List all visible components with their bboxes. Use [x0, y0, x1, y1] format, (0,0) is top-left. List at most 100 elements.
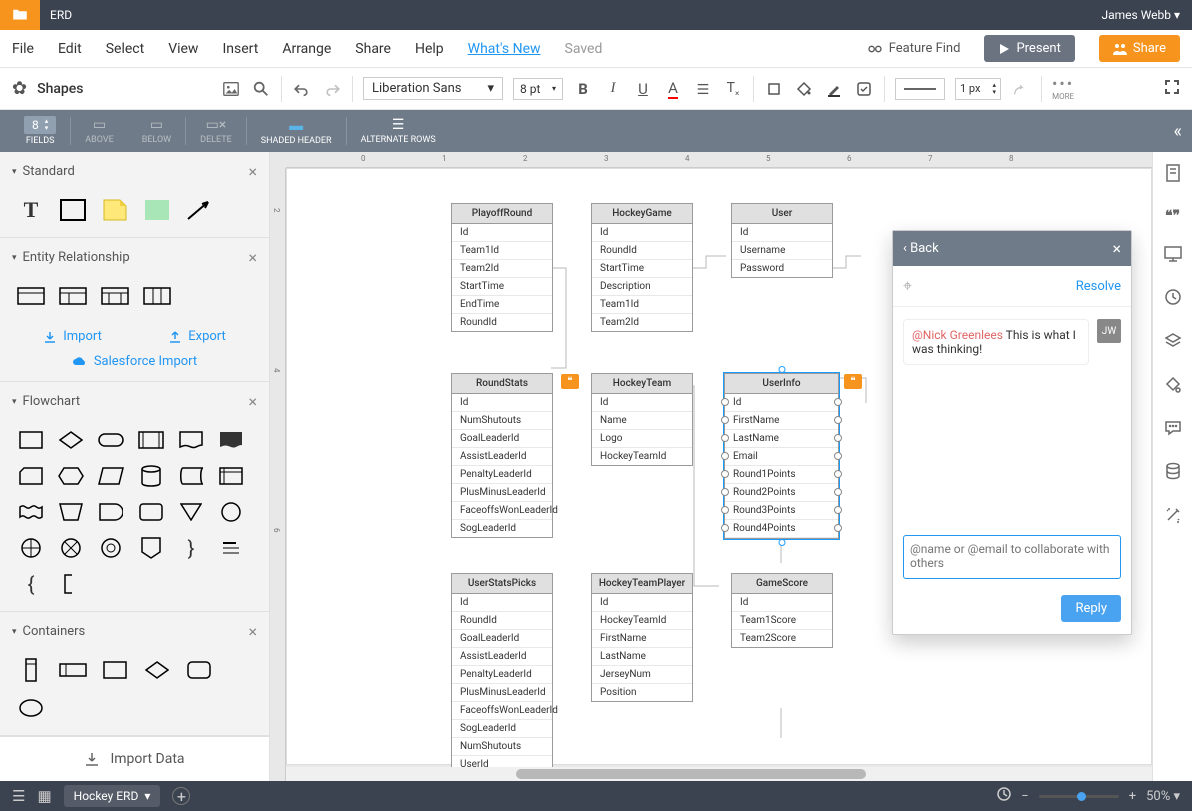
table-userstatspicks[interactable]: UserStatsPicks Id RoundId GoalLeaderId A… — [451, 573, 553, 774]
table-roundstats[interactable]: RoundStats Id NumShutouts GoalLeaderId A… — [451, 373, 553, 538]
grid-view-icon[interactable]: ▦ — [37, 787, 51, 805]
fields-count[interactable]: 8▴▾ FIELDS — [10, 116, 70, 146]
fc-collate[interactable] — [96, 535, 126, 561]
fc-diamond[interactable] — [56, 427, 86, 453]
fc-storage[interactable] — [176, 463, 206, 489]
comment-icon[interactable]: ❝❞ — [1165, 208, 1180, 224]
add-below-button[interactable]: ▭BELOW — [128, 117, 185, 145]
fc-manual[interactable] — [56, 499, 86, 525]
comment-marker[interactable]: ❝ — [844, 374, 862, 389]
erd-shape-2[interactable] — [58, 283, 88, 309]
cont-4[interactable] — [142, 657, 172, 683]
search-icon[interactable] — [251, 79, 271, 99]
fc-hex[interactable] — [56, 463, 86, 489]
shape-options-button[interactable] — [854, 79, 874, 99]
horizontal-scrollbar[interactable] — [286, 767, 1152, 781]
stroke-color-button[interactable] — [824, 79, 844, 99]
menu-whats-new[interactable]: What's New — [468, 41, 541, 57]
fill-button[interactable] — [794, 79, 814, 99]
fc-sum[interactable] — [16, 535, 46, 561]
fullscreen-button[interactable] — [1164, 79, 1180, 99]
layers-icon[interactable] — [1164, 332, 1182, 354]
image-icon[interactable] — [221, 79, 241, 99]
table-playoffround[interactable]: PlayoffRound Id Team1Id Team2Id StartTim… — [451, 203, 553, 332]
shaded-header-button[interactable]: ▬SHADED HEADER — [247, 117, 346, 146]
table-hockeygame[interactable]: HockeyGame Id RoundId StartTime Descript… — [591, 203, 693, 332]
table-gamescore[interactable]: GameScore Id Team1Score Team2Score — [731, 573, 833, 648]
table-hockeyteam[interactable]: HockeyTeam Id Name Logo HockeyTeamId — [591, 373, 693, 466]
clear-format-button[interactable]: T× — [723, 79, 743, 99]
line-style-select[interactable] — [895, 78, 945, 100]
fc-terminator[interactable] — [96, 427, 126, 453]
cont-6[interactable] — [16, 695, 46, 721]
paint-icon[interactable] — [1165, 376, 1181, 398]
fc-card[interactable] — [16, 463, 46, 489]
reply-input[interactable] — [903, 535, 1121, 579]
menu-edit[interactable]: Edit — [58, 41, 82, 57]
erd-shape-4[interactable] — [142, 283, 172, 309]
magic-icon[interactable] — [1164, 506, 1182, 528]
entity-rel-section-header[interactable]: ▾Entity Relationship× — [0, 238, 269, 277]
undo-button[interactable] — [292, 79, 312, 99]
menu-share[interactable]: Share — [355, 41, 391, 57]
collapse-erd-toolbar[interactable]: « — [1174, 121, 1182, 142]
fc-lbrace[interactable]: { — [16, 571, 46, 597]
note-shape[interactable] — [100, 197, 130, 223]
document-icon[interactable] — [1165, 164, 1181, 186]
fc-rounded[interactable] — [136, 499, 166, 525]
fc-anno[interactable] — [56, 571, 86, 597]
rect-shape[interactable] — [58, 197, 88, 223]
fc-or[interactable] — [56, 535, 86, 561]
back-button[interactable]: ‹ Back — [903, 241, 939, 256]
fc-extract[interactable] — [176, 499, 206, 525]
italic-button[interactable]: I — [603, 79, 623, 99]
fc-tape[interactable] — [16, 499, 46, 525]
more-button[interactable]: •••MORE — [1052, 76, 1074, 101]
fc-internal[interactable] — [216, 463, 246, 489]
close-icon[interactable]: × — [248, 162, 257, 181]
page-tab[interactable]: Hockey ERD▾ — [64, 785, 161, 807]
close-icon[interactable]: × — [248, 248, 257, 267]
close-icon[interactable]: × — [248, 622, 257, 641]
close-icon[interactable]: × — [1112, 239, 1121, 258]
list-view-icon[interactable]: ☰ — [12, 787, 25, 805]
containers-section-header[interactable]: ▾Containers× — [0, 612, 269, 651]
snap-icon[interactable] — [997, 787, 1011, 805]
fc-display[interactable] — [216, 427, 246, 453]
cont-2[interactable] — [58, 657, 88, 683]
crop-button[interactable] — [764, 79, 784, 99]
fc-doc[interactable] — [176, 427, 206, 453]
user-menu[interactable]: James Webb ▾ — [1101, 8, 1192, 22]
share-button[interactable]: Share — [1099, 35, 1180, 62]
erd-shape-1[interactable] — [16, 283, 46, 309]
fc-predef[interactable] — [136, 427, 166, 453]
menu-arrange[interactable]: Arrange — [282, 41, 331, 57]
table-hockeyteamplayer[interactable]: HockeyTeamPlayer Id HockeyTeamId FirstNa… — [591, 573, 693, 702]
comment-marker[interactable]: ❝ — [561, 374, 579, 389]
reply-button[interactable]: Reply — [1061, 595, 1121, 622]
resolve-button[interactable]: Resolve — [1076, 279, 1121, 294]
import-data-button[interactable]: Import Data — [0, 736, 269, 781]
zoom-slider[interactable] — [1039, 795, 1119, 798]
font-size-select[interactable]: 8 pt▾ — [513, 78, 563, 100]
text-shape[interactable]: T — [16, 197, 46, 223]
add-above-button[interactable]: ▭ABOVE — [71, 117, 127, 145]
table-userinfo[interactable]: UserInfo Id FirstName LastName Email Rou… — [724, 373, 839, 539]
font-family-select[interactable]: Liberation Sans▾ — [363, 77, 503, 100]
menu-file[interactable]: File — [12, 41, 34, 57]
table-user[interactable]: User Id Username Password — [731, 203, 833, 278]
cont-3[interactable] — [100, 657, 130, 683]
flowchart-section-header[interactable]: ▾Flowchart× — [0, 382, 269, 421]
export-link[interactable]: Export — [168, 329, 226, 344]
zoom-in-button[interactable]: + — [1129, 789, 1136, 804]
fc-offpage[interactable] — [136, 535, 166, 561]
arrow-shape[interactable] — [184, 197, 214, 223]
import-link[interactable]: Import — [43, 329, 102, 344]
present-button[interactable]: Present — [984, 35, 1074, 62]
menu-select[interactable]: Select — [106, 41, 144, 57]
feature-find[interactable]: Feature Find — [867, 41, 961, 57]
chat-icon[interactable] — [1164, 420, 1182, 440]
bold-button[interactable]: B — [573, 79, 593, 99]
cont-5[interactable] — [184, 657, 214, 683]
menu-view[interactable]: View — [168, 41, 198, 57]
